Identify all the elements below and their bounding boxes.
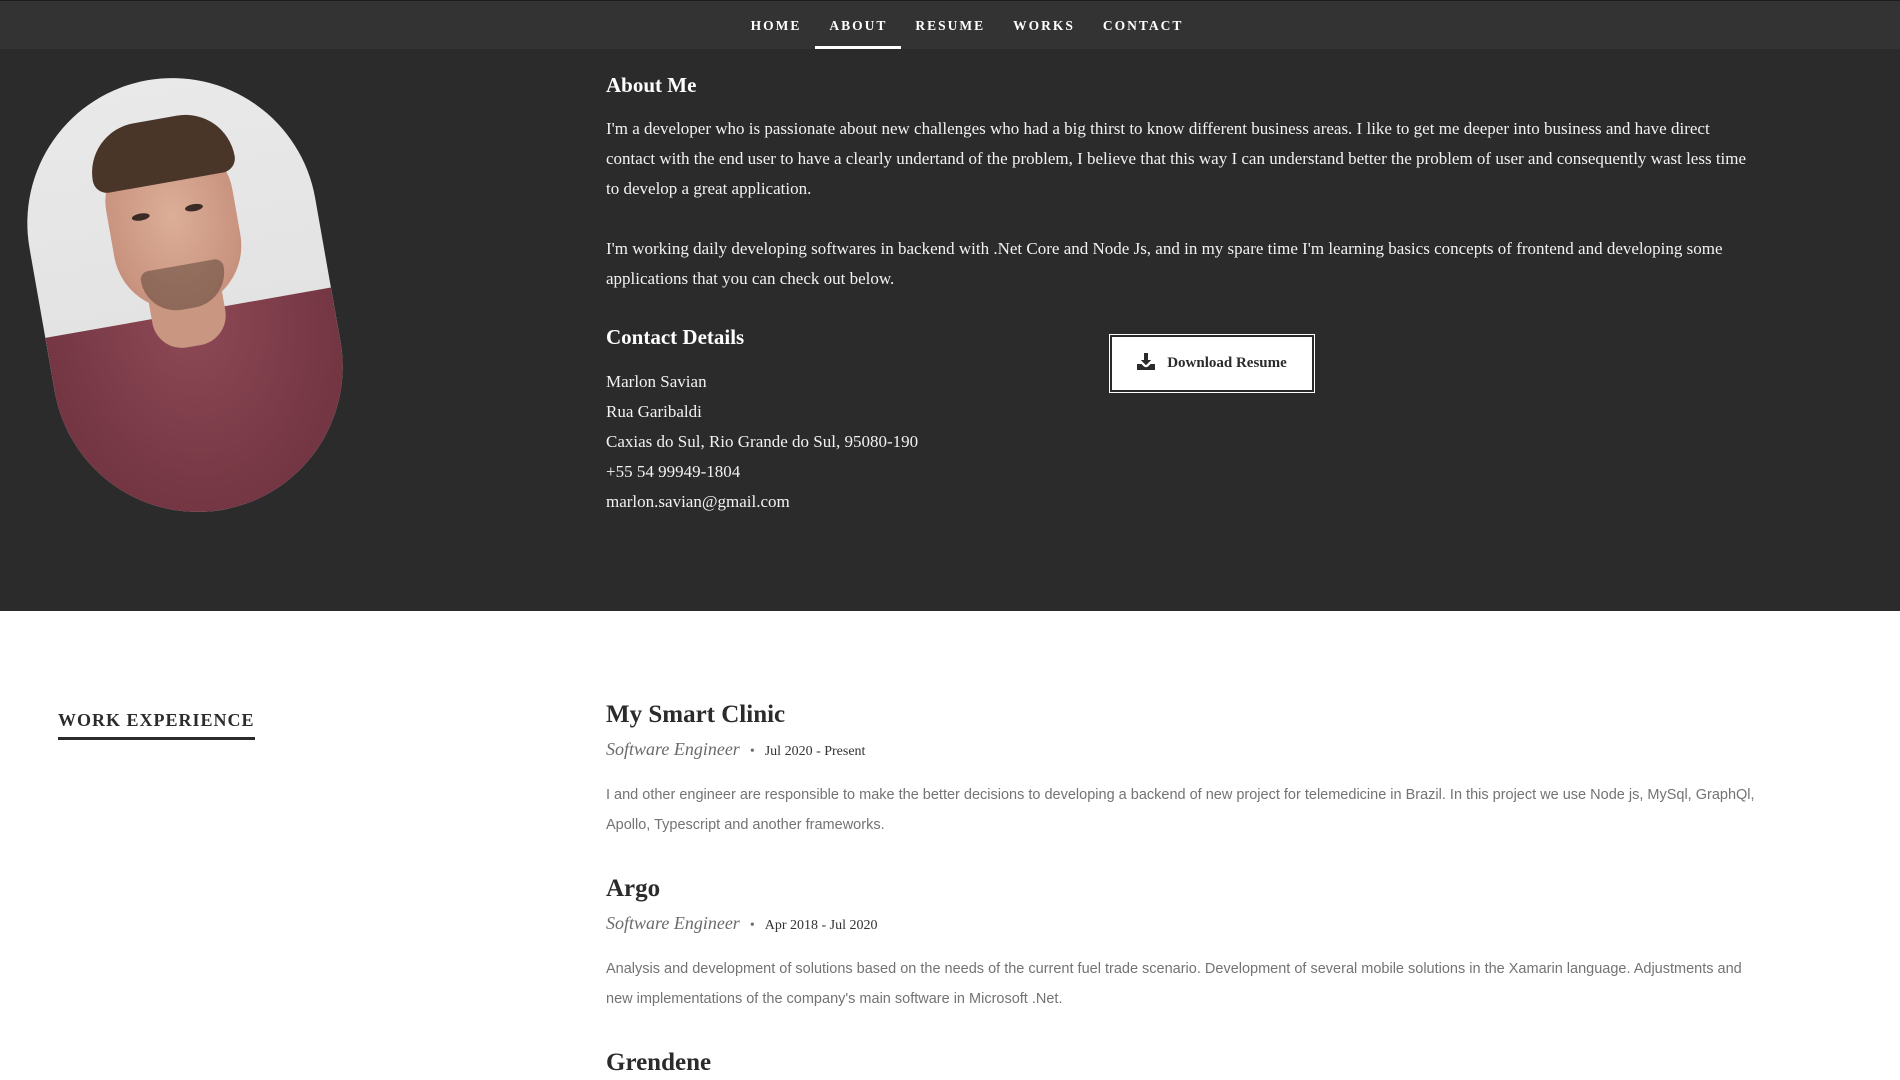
about-title: About Me [606, 73, 697, 97]
contact-city: Caxias do Sul, Rio Grande do Sul, 95080-… [606, 432, 919, 451]
job-company: Grendene [606, 1049, 712, 1076]
job-dates: Jul 2020 - Present [764, 744, 866, 759]
job-dates: Apr 2018 - Jul 2020 [764, 918, 878, 933]
job-entry: Argo Software Engineer • Apr 2018 - Jul … [606, 875, 1756, 1014]
contact-street: Rua Garibaldi [606, 402, 702, 421]
about-paragraph-2: I'm working daily developing softwares i… [606, 239, 1723, 288]
profile-photo [4, 55, 366, 535]
job-company: Argo [606, 875, 661, 902]
job-entry: My Smart Clinic Software Engineer • Jul … [606, 701, 1756, 840]
about-paragraph-1: I'm a developer who is passionate about … [606, 119, 1747, 198]
job-entry: Grendene [606, 1049, 1756, 1077]
bullet-separator: • [749, 918, 755, 933]
contact-email[interactable]: marlon.savian@gmail.com [606, 487, 918, 517]
job-meta: Software Engineer • Apr 2018 - Jul 2020 [606, 913, 1756, 934]
nav-home[interactable]: HOME [737, 1, 816, 50]
top-nav: HOME ABOUT RESUME WORKS CONTACT [0, 0, 1900, 50]
contact-title: Contact Details [606, 325, 745, 349]
nav-works[interactable]: WORKS [999, 1, 1089, 50]
download-icon [1137, 352, 1156, 375]
bullet-separator: • [749, 744, 755, 759]
work-experience-heading: WORK EXPERIENCE [58, 710, 255, 740]
nav-resume[interactable]: RESUME [901, 1, 999, 50]
download-resume-button[interactable]: Download Resume [1109, 334, 1315, 393]
contact-phone: +55 54 99949-1804 [606, 462, 741, 481]
job-meta: Software Engineer • Jul 2020 - Present [606, 739, 1756, 760]
nav-contact[interactable]: CONTACT [1089, 1, 1198, 50]
download-resume-label: Download Resume [1167, 355, 1287, 371]
contact-details: Marlon Savian Rua Garibaldi Caxias do Su… [606, 367, 918, 517]
nav-about[interactable]: ABOUT [815, 1, 902, 50]
contact-name: Marlon Savian [606, 372, 707, 391]
job-company: My Smart Clinic [606, 701, 786, 728]
job-role: Software Engineer [606, 913, 740, 933]
work-section: WORK EXPERIENCE My Smart Clinic Software… [0, 611, 1900, 1080]
about-section: About Me I'm a developer who is passiona… [0, 49, 1900, 611]
job-description: Analysis and development of solutions ba… [606, 961, 1742, 1007]
nav-list: HOME ABOUT RESUME WORKS CONTACT [737, 1, 1198, 50]
job-description: I and other engineer are responsible to … [606, 787, 1755, 833]
job-role: Software Engineer [606, 739, 740, 759]
